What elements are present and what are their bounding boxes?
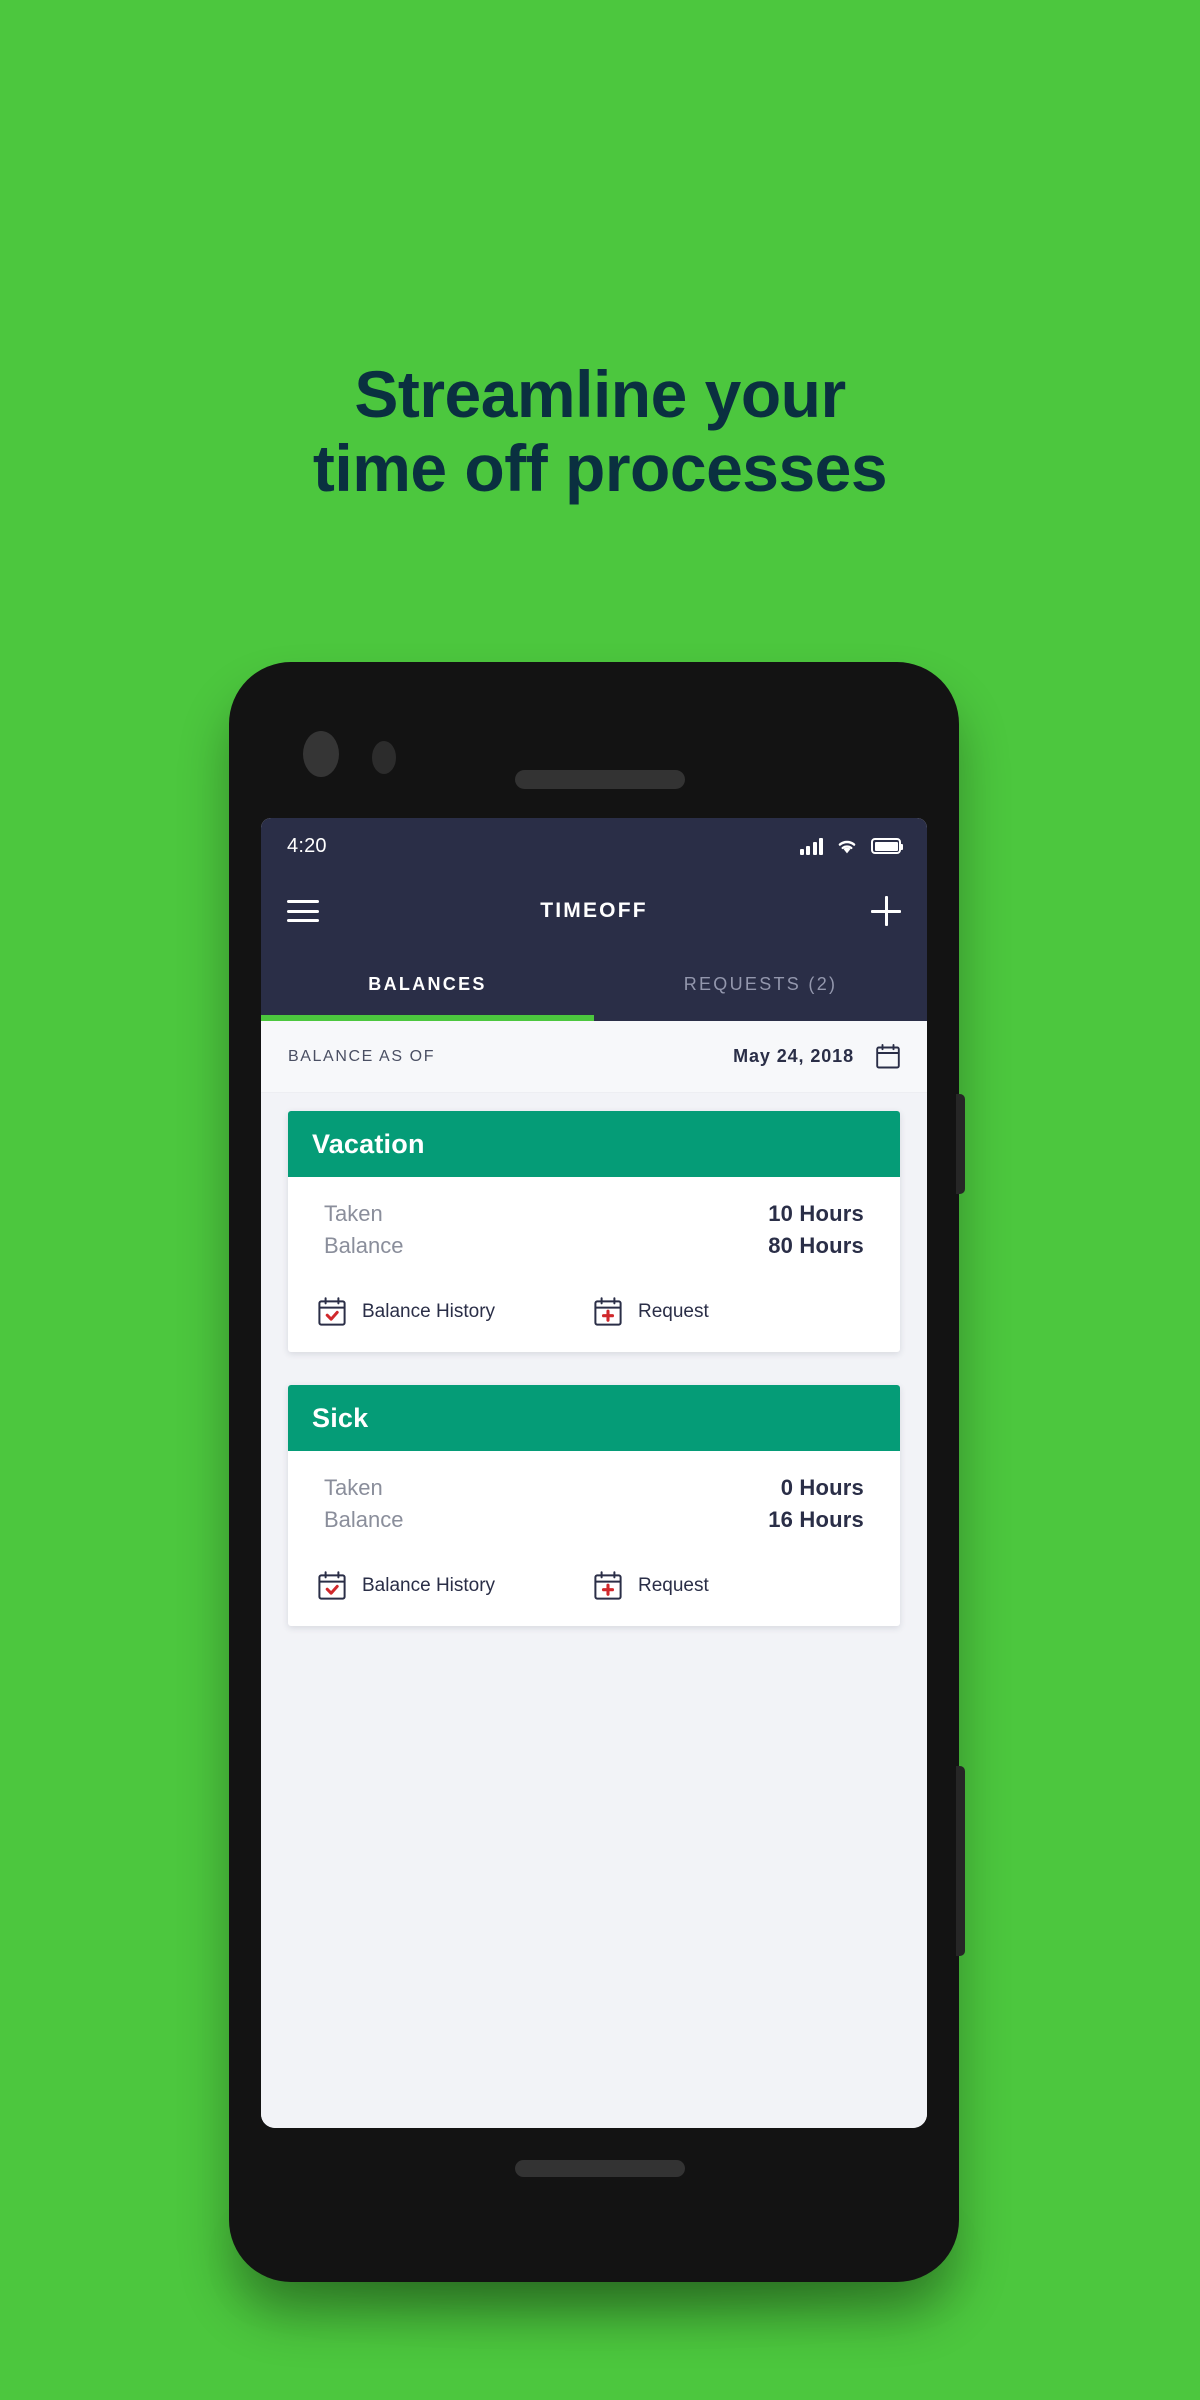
row-value: 16 Hours: [768, 1507, 864, 1532]
row-label: Taken: [324, 1201, 383, 1226]
balances-list: Vacation Taken 10 Hours Balance 80 Hours: [261, 1093, 927, 2128]
status-bar-icons: [799, 837, 903, 855]
wifi-icon: [838, 840, 856, 854]
calendar-plus-icon: [594, 1571, 622, 1600]
calendar-icon[interactable]: [876, 1044, 900, 1069]
balance-card-title: Vacation: [312, 1128, 425, 1159]
status-bar-time: 4:20: [287, 834, 327, 857]
balance-card: Sick Taken 0 Hours Balance 16 Hours Bala…: [288, 1385, 900, 1626]
balance-row-balance: Balance 80 Hours: [324, 1233, 864, 1259]
calendar-plus-icon: [594, 1297, 622, 1326]
phone-device-frame: 4:20 TIMEOFF BALANCES REQUESTS (2) BALAN…: [229, 662, 965, 2282]
phone-screen: 4:20 TIMEOFF BALANCES REQUESTS (2) BALAN…: [261, 818, 927, 2128]
phone-power-button[interactable]: [956, 1094, 965, 1194]
calendar-check-icon: [318, 1571, 346, 1600]
hamburger-menu-icon[interactable]: [287, 900, 319, 922]
app-bar: TIMEOFF: [261, 874, 927, 948]
balance-card-actions: Balance History Request: [288, 1545, 900, 1626]
bottom-speaker-grille: [515, 2160, 685, 2177]
row-value: 80 Hours: [768, 1233, 864, 1258]
row-label: Balance: [324, 1507, 404, 1532]
headline-line-1: Streamline your: [354, 357, 846, 431]
balance-as-of-row: BALANCE AS OF May 24, 2018: [261, 1021, 927, 1093]
balance-as-of-date: May 24, 2018: [733, 1046, 854, 1066]
front-camera-icon: [303, 731, 339, 777]
row-label: Taken: [324, 1475, 383, 1500]
action-label: Balance History: [362, 1574, 496, 1596]
balance-row-taken: Taken 10 Hours: [324, 1201, 864, 1227]
proximity-sensor-icon: [372, 741, 396, 774]
tab-balances[interactable]: BALANCES: [261, 948, 594, 1021]
tab-bar: BALANCES REQUESTS (2): [261, 948, 927, 1021]
battery-icon: [871, 838, 903, 854]
tab-active-indicator: [261, 1015, 594, 1021]
earpiece-speaker: [515, 770, 685, 789]
balance-row-balance: Balance 16 Hours: [324, 1507, 864, 1533]
balance-card-header: Vacation: [288, 1111, 900, 1177]
page-headline: Streamline your time off processes: [0, 357, 1200, 506]
balance-card-rows: Taken 0 Hours Balance 16 Hours: [288, 1451, 900, 1545]
action-label: Request: [638, 1574, 709, 1596]
row-label: Balance: [324, 1233, 404, 1258]
balance-row-taken: Taken 0 Hours: [324, 1475, 864, 1501]
balance-history-action[interactable]: Balance History: [318, 1571, 594, 1600]
phone-volume-button[interactable]: [956, 1766, 965, 1956]
balance-as-of-label: BALANCE AS OF: [288, 1047, 436, 1065]
balance-card-actions: Balance History Request: [288, 1271, 900, 1352]
action-label: Balance History: [362, 1300, 496, 1322]
tab-requests[interactable]: REQUESTS (2): [594, 948, 927, 1021]
status-bar: 4:20: [261, 818, 927, 874]
balance-card-header: Sick: [288, 1385, 900, 1451]
balance-card-title: Sick: [312, 1402, 369, 1433]
calendar-check-icon: [318, 1297, 346, 1326]
row-value: 0 Hours: [780, 1475, 864, 1500]
row-value: 10 Hours: [768, 1201, 864, 1226]
signal-icon: [799, 837, 823, 855]
request-action[interactable]: Request: [594, 1297, 870, 1326]
app-title: TIMEOFF: [540, 899, 648, 922]
request-action[interactable]: Request: [594, 1571, 870, 1600]
balance-card-rows: Taken 10 Hours Balance 80 Hours: [288, 1177, 900, 1271]
plus-icon[interactable]: [871, 896, 901, 926]
headline-line-2: time off processes: [312, 430, 888, 505]
balance-history-action[interactable]: Balance History: [318, 1297, 594, 1326]
action-label: Request: [638, 1300, 709, 1322]
balance-card: Vacation Taken 10 Hours Balance 80 Hours: [288, 1111, 900, 1352]
